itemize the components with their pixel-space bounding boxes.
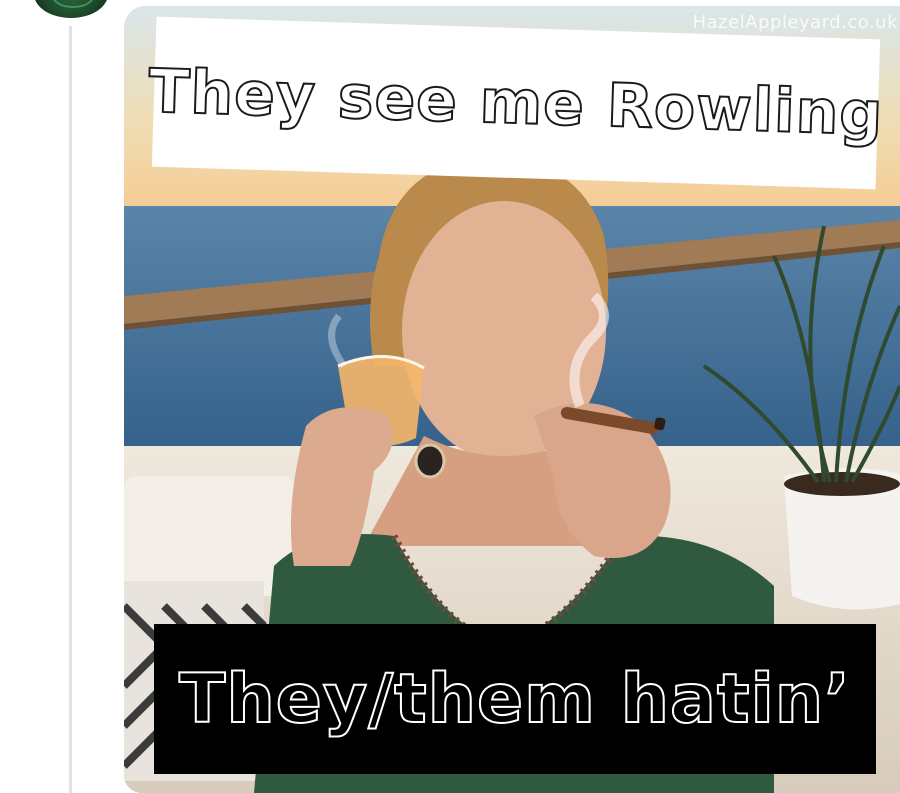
tweet-media-image[interactable]: HazelAppleyard.co.uk They see me Rowling…: [124, 6, 900, 793]
bottom-caption-banner: They/them hatin’: [154, 624, 876, 774]
image-watermark: HazelAppleyard.co.uk: [692, 12, 898, 33]
tweet-container: HazelAppleyard.co.uk They see me Rowling…: [0, 0, 900, 793]
bottom-caption-text: They/them hatin’: [178, 659, 851, 740]
top-caption-banner: They see me Rowling: [147, 16, 885, 190]
thread-line: [69, 26, 72, 793]
profile-avatar[interactable]: [34, 0, 108, 18]
top-caption-text: They see me Rowling: [147, 55, 886, 150]
